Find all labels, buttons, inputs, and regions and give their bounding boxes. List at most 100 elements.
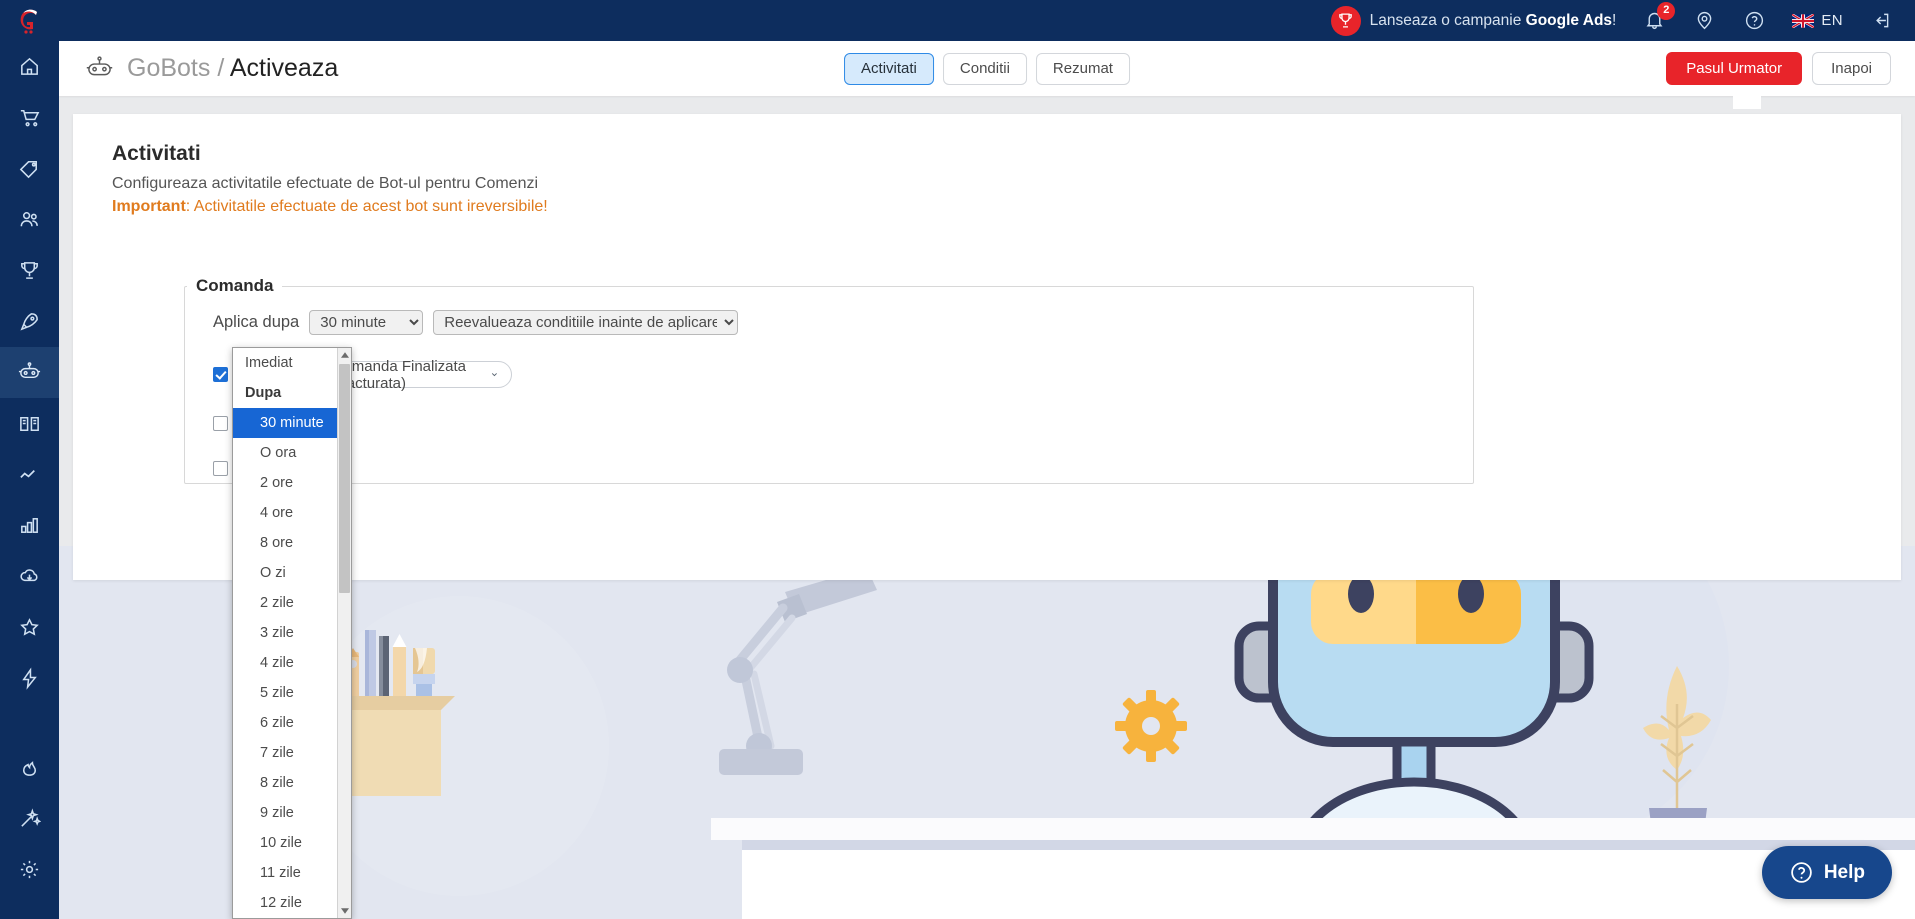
dropdown-option[interactable]: 4 zile [233,648,339,678]
sidebar-item-apps[interactable] [0,653,59,704]
notification-badge: 2 [1657,1,1676,20]
sidebar-item-import[interactable] [0,551,59,602]
promo-suffix: ! [1612,11,1617,29]
gomag-g-logo-icon [20,9,37,34]
tab-bar: Activitati Conditii Rezumat [844,52,1130,85]
breadcrumb-root[interactable]: GoBots [127,54,210,82]
notifications-button[interactable]: 2 [1642,1,1676,33]
sidebar-item-orders[interactable] [0,92,59,143]
dropdown-option[interactable]: 8 zile [233,768,339,798]
dropdown-option[interactable]: 2 ore [233,468,339,498]
rocket-icon [20,313,38,331]
chevron-down-icon [491,373,497,377]
promo-banner[interactable]: Lanseaza o campanie Google Ads! [1330,5,1617,36]
location-pin-icon [1697,11,1712,30]
scroll-down-arrow[interactable] [338,904,351,918]
sidebar-item-promotions[interactable] [0,245,59,296]
back-button[interactable]: Inapoi [1812,52,1891,85]
breadcrumb-separator: / [210,54,230,82]
delay-dropdown-list[interactable]: Imediat Dupa 30 minute O ora 2 ore 4 ore 8 ore… [232,347,352,919]
users-icon [20,212,38,227]
caret-up-icon [341,352,349,358]
page-header: GoBots / Activeaza Activitati Conditii R… [59,41,1915,96]
delay-select[interactable]: 30 minute [309,310,424,335]
breadcrumb: GoBots / Activeaza [85,54,338,83]
dropdown-option[interactable]: 7 zile [233,738,339,768]
fire-icon [22,761,37,776]
top-bar: Lanseaza o campanie Google Ads! 2 EN [0,0,1915,41]
tab-rezumat[interactable]: Rezumat [1035,52,1130,85]
dropdown-option[interactable]: 10 zile [233,828,339,858]
header-actions: Pasul Urmator Inapoi [1666,52,1891,85]
cart-icon [20,110,40,127]
dropdown-option[interactable]: 8 ore [233,528,339,558]
gear-icon [20,860,39,879]
tab-activitati[interactable]: Activitati [844,52,934,85]
dropdown-option[interactable]: O ora [233,438,339,468]
sidebar-item-products[interactable] [0,143,59,194]
scroll-up-arrow[interactable] [338,348,351,362]
brand-logo[interactable] [0,0,59,41]
robot-head-icon [86,56,113,76]
sidebar-item-marketing[interactable] [0,296,59,347]
sidebar-item-hot[interactable] [0,742,59,793]
dropdown-option[interactable]: O zi [233,558,339,588]
sidebar-item-home[interactable] [0,41,59,92]
promo-brand: Google Ads [1525,11,1613,29]
section-title: Activitati [112,142,201,165]
dropdown-option[interactable]: 6 zile [233,708,339,738]
dropdown-option[interactable]: Imediat [233,348,339,378]
dropdown-option[interactable]: 11 zile [233,858,339,888]
next-step-button[interactable]: Pasul Urmator [1666,52,1803,85]
dropdown-option[interactable]: 2 zile [233,588,339,618]
dropdown-group-label: Dupa [245,385,282,401]
sidebar-item-design[interactable] [0,793,59,844]
location-button[interactable] [1692,9,1716,33]
row-generate-1: Genereaza [185,414,1473,433]
question-circle-icon [1745,11,1763,30]
section-warning: Important: Activitatile efectuate de ace… [112,198,1901,216]
question-circle-icon [1791,862,1812,883]
sidebar-item-favorites[interactable] [0,602,59,653]
dropdown-option[interactable]: 30 minute [233,408,339,438]
sidebar-item-content[interactable] [0,398,59,449]
generate-2-checkbox[interactable] [213,461,228,476]
warning-text: : Activitatile efectuate de acest bot su… [185,198,548,215]
dropdown-option[interactable]: 3 zile [233,618,339,648]
magic-wand-icon [21,808,41,827]
dropdown-option[interactable]: 4 ore [233,498,339,528]
scroll-thumb[interactable] [339,364,350,593]
sidebar [0,0,59,919]
sidebar-item-settings[interactable] [0,844,59,895]
cloud-download-icon [20,569,38,582]
language-switcher[interactable]: EN [1792,12,1843,29]
help-widget-button[interactable]: Help [1761,846,1892,899]
generate-1-checkbox[interactable] [213,416,228,431]
reevaluate-select[interactable]: Reevalueaza conditiile inainte de aplica… [433,310,739,335]
row-generate-2: Genereaza [185,459,1473,478]
dropdown-option[interactable]: 9 zile [233,798,339,828]
breadcrumb-current: Activeaza [229,54,339,82]
logout-button[interactable] [1869,9,1893,33]
status-checkbox[interactable] [213,367,228,382]
gear-decoration [1115,690,1187,762]
sidebar-item-reports[interactable] [0,500,59,551]
comanda-fieldset: Comanda Aplica dupa 30 minute Reevalueaz… [184,276,1474,484]
help-button[interactable] [1742,9,1766,33]
help-label: Help [1823,861,1865,883]
uk-flag-icon [1792,13,1815,28]
sidebar-item-gobots[interactable] [0,347,59,398]
sidebar-item-customers[interactable] [0,194,59,245]
tag-icon [19,161,37,179]
star-icon [20,618,39,636]
dropdown-option[interactable]: 5 zile [233,678,339,708]
bolt-icon [22,667,37,690]
bar-chart-icon [21,518,38,533]
dropdown-scrollbar[interactable] [337,348,351,918]
dropdown-option[interactable]: 12 zile [233,888,339,918]
trophy-icon [1339,13,1353,28]
section-subtitle: Configureaza activitatile efectuate de B… [112,175,539,192]
sidebar-item-trends[interactable] [0,449,59,500]
tab-conditii[interactable]: Conditii [942,52,1027,85]
